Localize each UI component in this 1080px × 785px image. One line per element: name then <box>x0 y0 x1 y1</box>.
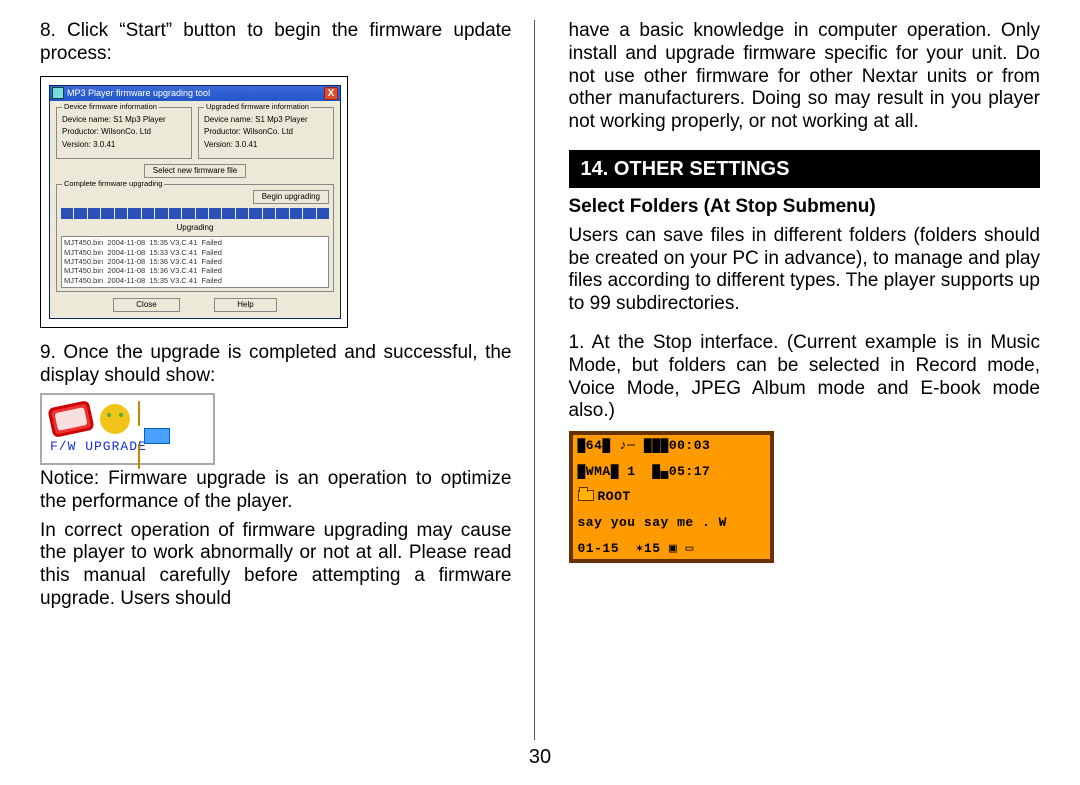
upg-productor-row: Productor: WilsonCo. Ltd <box>204 127 328 137</box>
app-icon <box>52 87 64 99</box>
dialog-title: MP3 Player firmware upgrading tool <box>67 88 324 99</box>
continuation-text: have a basic knowledge in computer opera… <box>569 20 1041 134</box>
step8-text: 8. Click “Start” button to begin the fir… <box>40 20 512 66</box>
lcd-song-line: say you say me . W <box>578 515 765 531</box>
upg-device-name-row: Device name: S1 Mp3 Player <box>204 115 328 125</box>
smiley-icon <box>100 404 130 434</box>
select-file-row: Select new firmware file <box>56 164 334 178</box>
fw-upgrade-text: F/W UPGRADE <box>50 439 147 455</box>
lcd-folder-line: ROOT <box>578 489 765 505</box>
notice2-text: In correct operation of firmware upgradi… <box>40 520 512 611</box>
upgrade-log-list: MJT450.bin 2004-11-08 15:35 V3.C.41 Fail… <box>61 236 329 288</box>
device-info-fieldset: Device firmware information Device name:… <box>56 107 192 160</box>
lcd-bottom-line: 01-15 ✶15 ▣ ▭ <box>578 541 765 557</box>
dialog-body: Device firmware information Device name:… <box>50 101 340 318</box>
fw-upgrade-badge: F/W UPGRADE <box>40 393 215 465</box>
close-button[interactable]: Close <box>113 298 179 312</box>
select-firmware-button[interactable]: Select new firmware file <box>144 164 246 178</box>
progress-bar <box>61 208 329 219</box>
upgraded-info-fieldset: Upgraded firmware information Device nam… <box>198 107 334 160</box>
upg-version-row: Version: 3.0.41 <box>204 140 328 150</box>
page-number: 30 <box>40 746 1040 769</box>
pc-icon <box>138 403 176 435</box>
version-row: Version: 3.0.41 <box>62 140 186 150</box>
begin-upgrading-button[interactable]: Begin upgrading <box>253 190 329 204</box>
progress-legend: Complete firmware upgrading <box>62 179 164 188</box>
dialog-titlebar: MP3 Player firmware upgrading tool X <box>50 86 340 101</box>
other-settings-header: 14. OTHER SETTINGS <box>569 150 1041 188</box>
device-icon <box>47 400 94 438</box>
device-name-row: Device name: S1 Mp3 Player <box>62 115 186 125</box>
lcd-root-label: ROOT <box>598 489 631 504</box>
folders-para: Users can save files in different folder… <box>569 225 1041 316</box>
progress-fieldset: Complete firmware upgrading Begin upgrad… <box>56 184 334 292</box>
player-lcd-inner: █64█ ♪─ ███00:03 █WMA█ 1 █▄05:17 ROOT sa… <box>573 435 770 559</box>
badge-icons <box>50 403 176 435</box>
dialog-window: MP3 Player firmware upgrading tool X Dev… <box>49 85 341 319</box>
upgrading-label: Upgrading <box>61 223 329 233</box>
lcd-status-line2: █WMA█ 1 █▄05:17 <box>578 464 765 480</box>
folder-icon <box>578 490 594 501</box>
step9-text: 9. Once the upgrade is completed and suc… <box>40 342 512 388</box>
firmware-dialog-screenshot: MP3 Player firmware upgrading tool X Dev… <box>40 76 348 328</box>
device-info-legend: Device firmware information <box>62 102 159 111</box>
select-folders-subhead: Select Folders (At Stop Submenu) <box>569 196 1041 219</box>
lcd-status-line1: █64█ ♪─ ███00:03 <box>578 438 765 454</box>
notice1-text: Notice: Firmware upgrade is an operation… <box>40 468 512 514</box>
help-button[interactable]: Help <box>214 298 276 312</box>
productor-row: Productor: WilsonCo. Ltd <box>62 127 186 137</box>
upgraded-info-legend: Upgraded firmware information <box>204 102 311 111</box>
stop-interface-para: 1. At the Stop interface. (Current examp… <box>569 332 1041 423</box>
close-icon[interactable]: X <box>324 87 338 100</box>
player-lcd-screenshot: █64█ ♪─ ███00:03 █WMA█ 1 █▄05:17 ROOT sa… <box>569 431 774 563</box>
